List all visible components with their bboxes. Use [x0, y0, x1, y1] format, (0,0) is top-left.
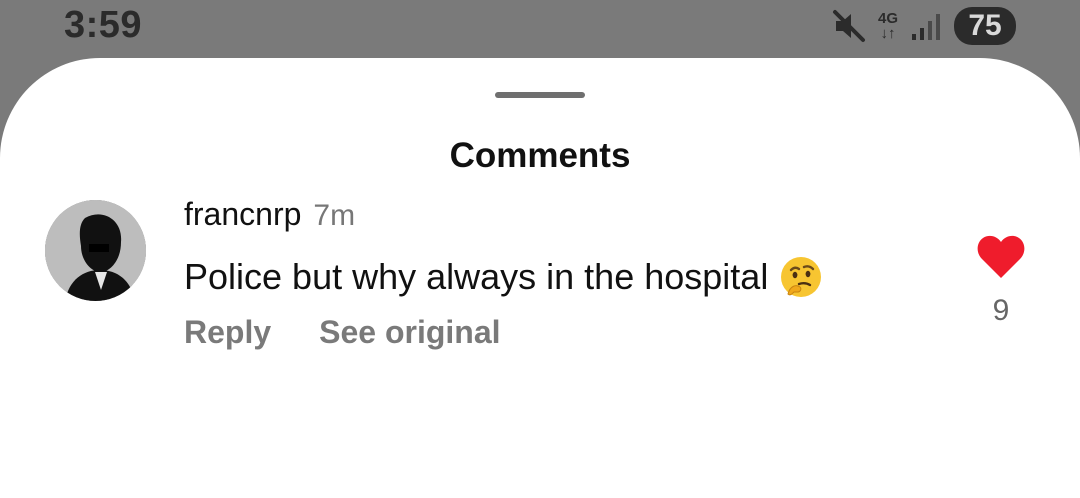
heart-icon[interactable]	[976, 234, 1026, 280]
network-arrows: ↓↑	[880, 25, 896, 42]
battery-level: 75	[968, 9, 1002, 42]
comment-text: Police but why always in the hospital	[184, 256, 769, 297]
comment-actions: Reply See original	[184, 314, 501, 351]
status-time: 3:59	[64, 4, 143, 46]
sheet-title: Comments	[449, 136, 631, 175]
comment-username[interactable]: francnrp	[184, 196, 301, 233]
network-label: 4G	[877, 10, 898, 27]
drag-handle[interactable]	[495, 92, 585, 98]
network-4g-icon: 4G ↓↑	[878, 11, 898, 41]
status-icons: 4G ↓↑ 75	[832, 6, 1016, 46]
like-count: 9	[992, 294, 1010, 327]
reply-button[interactable]: Reply	[184, 314, 271, 351]
like-area: 9	[974, 234, 1028, 328]
comment-body: Police but why always in the hospital	[184, 254, 824, 300]
status-bar: 3:59 4G ↓↑ 75	[0, 0, 1080, 58]
comment-header: francnrp 7m	[184, 196, 355, 233]
thinking-face-icon	[781, 257, 822, 297]
signal-icon	[912, 14, 940, 40]
battery-icon: 75	[954, 7, 1016, 45]
mute-icon	[832, 9, 866, 43]
see-original-button[interactable]: See original	[319, 314, 500, 351]
comment-timestamp: 7m	[313, 199, 356, 232]
avatar[interactable]	[45, 200, 146, 301]
